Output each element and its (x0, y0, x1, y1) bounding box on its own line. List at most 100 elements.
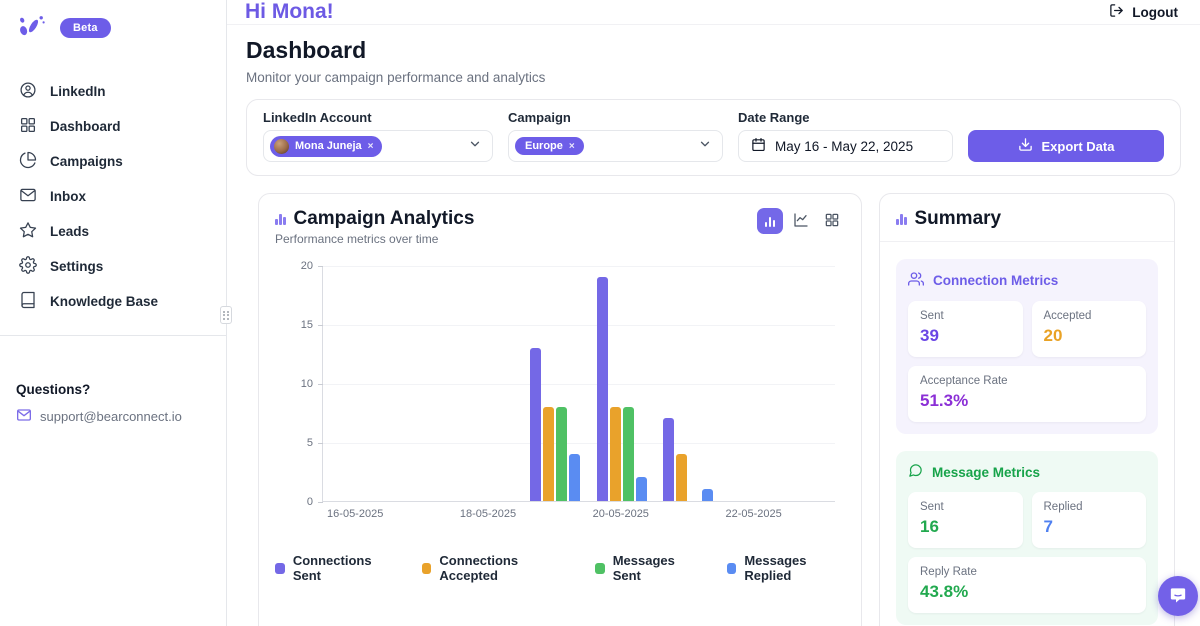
message-bubble-icon (908, 463, 923, 481)
analytics-subtitle: Performance metrics over time (275, 232, 474, 246)
stat-label: Accepted (1044, 310, 1135, 322)
app-root: Beta LinkedIn Dashboard Campaigns (0, 0, 1200, 626)
bar (569, 454, 580, 501)
bar (556, 407, 567, 501)
y-tick-label: 5 (277, 437, 313, 449)
sidebar-item-knowledge-base[interactable]: Knowledge Base (0, 284, 226, 319)
y-tick-label: 20 (277, 260, 313, 272)
campaign-filter: Campaign Europe × (508, 110, 723, 162)
linkedin-account-select[interactable]: Mona Juneja × (263, 130, 493, 162)
export-data-button[interactable]: Export Data (968, 130, 1164, 162)
chip-remove-icon[interactable]: × (368, 141, 374, 152)
chart-type-toggle (757, 208, 845, 234)
grid-icon (824, 212, 840, 231)
sidebar-item-label: Knowledge Base (50, 294, 158, 309)
bar-group (721, 266, 787, 501)
stat-label: Replied (1044, 501, 1135, 513)
chip-label: Mona Juneja (295, 140, 362, 152)
selected-account-chip: Mona Juneja × (270, 136, 382, 157)
stat-value: 39 (920, 326, 1011, 346)
legend-label: Connections Sent (293, 553, 392, 583)
grid-view-toggle-button[interactable] (819, 208, 845, 234)
date-range-label: Date Range (738, 110, 953, 125)
stat-label: Acceptance Rate (920, 375, 1134, 387)
stat-label: Sent (920, 310, 1011, 322)
bar-chart-icon (896, 213, 907, 225)
linkedin-account-label: LinkedIn Account (263, 110, 493, 125)
legend-swatch-icon (595, 563, 605, 574)
gear-icon (19, 256, 37, 277)
download-icon (1018, 137, 1033, 155)
stat-value: 7 (1044, 517, 1135, 537)
legend-item: Messages Replied (727, 553, 846, 583)
sidebar-item-leads[interactable]: Leads (0, 214, 226, 249)
calendar-icon (751, 137, 766, 155)
sidebar-item-dashboard[interactable]: Dashboard (0, 109, 226, 144)
sidebar-item-settings[interactable]: Settings (0, 249, 226, 284)
bar (610, 407, 621, 501)
logout-button[interactable]: Logout (1109, 3, 1178, 21)
sidebar: Beta LinkedIn Dashboard Campaigns (0, 0, 227, 626)
bar (597, 277, 608, 501)
legend-label: Messages Replied (744, 553, 845, 583)
chart-plot: 05101520 (322, 266, 835, 502)
sidebar-item-linkedin[interactable]: LinkedIn (0, 74, 226, 109)
campaign-label: Campaign (508, 110, 723, 125)
legend-swatch-icon (422, 563, 432, 574)
bar-group (589, 266, 655, 501)
messages-sent-stat: Sent 16 (908, 492, 1023, 548)
connections-sent-stat: Sent 39 (908, 301, 1023, 357)
avatar (274, 139, 289, 154)
reply-rate-stat: Reply Rate 43.8% (908, 557, 1146, 613)
x-tick-label: 18-05-2025 (460, 508, 516, 520)
sidebar-resize-handle[interactable] (220, 306, 232, 324)
bar (623, 407, 634, 501)
users-icon (908, 271, 924, 290)
pie-chart-icon (19, 151, 37, 172)
x-tick-label: 16-05-2025 (327, 508, 383, 520)
line-chart-toggle-button[interactable] (788, 208, 814, 234)
chart-x-axis: 16-05-202518-05-202520-05-202522-05-2025 (322, 508, 835, 526)
stat-value: 51.3% (920, 391, 1134, 411)
legend-label: Messages Sent (613, 553, 697, 583)
sidebar-item-label: Dashboard (50, 119, 121, 134)
page-subtitle: Monitor your campaign performance and an… (246, 70, 1181, 85)
campaign-analytics-chart: 05101520 16-05-202518-05-202520-05-20252… (275, 266, 845, 583)
bar (663, 418, 674, 501)
sidebar-item-campaigns[interactable]: Campaigns (0, 144, 226, 179)
sidebar-item-label: Settings (50, 259, 103, 274)
summary-title: Summary (915, 208, 1002, 230)
bearconnect-logo-icon (16, 14, 46, 43)
grip-dots-icon (223, 311, 229, 320)
message-metrics-title: Message Metrics (932, 465, 1040, 480)
chat-widget-button[interactable] (1158, 576, 1198, 616)
connections-accepted-stat: Accepted 20 (1032, 301, 1147, 357)
summary-panel: Summary Connection Metrics Sent (879, 193, 1175, 626)
date-range-picker[interactable]: May 16 - May 22, 2025 (738, 130, 953, 162)
top-bar: Hi Mona! Logout (227, 0, 1200, 25)
bar (543, 407, 554, 501)
bar-chart-toggle-button[interactable] (757, 208, 783, 234)
sidebar-item-inbox[interactable]: Inbox (0, 179, 226, 214)
legend-swatch-icon (727, 563, 737, 574)
envelope-icon (16, 407, 32, 426)
stat-label: Sent (920, 501, 1011, 513)
y-tick-label: 15 (277, 319, 313, 331)
support-block: Questions? support@bearconnect.io (0, 336, 226, 426)
grid-icon (19, 116, 37, 137)
star-icon (19, 221, 37, 242)
selected-campaign-chip: Europe × (515, 137, 584, 155)
chip-remove-icon[interactable]: × (569, 141, 575, 152)
legend-item: Connections Sent (275, 553, 392, 583)
support-email-link[interactable]: support@bearconnect.io (16, 407, 210, 426)
chart-legend: Connections SentConnections AcceptedMess… (275, 553, 845, 583)
campaign-select[interactable]: Europe × (508, 130, 723, 162)
greeting-text: Hi Mona! (245, 0, 334, 24)
connection-metrics-title: Connection Metrics (933, 273, 1058, 288)
y-tick-label: 0 (277, 496, 313, 508)
bar (702, 489, 713, 501)
x-tick-label: 22-05-2025 (725, 508, 781, 520)
bar (636, 477, 647, 501)
y-tick-label: 10 (277, 378, 313, 390)
bar (530, 348, 541, 501)
